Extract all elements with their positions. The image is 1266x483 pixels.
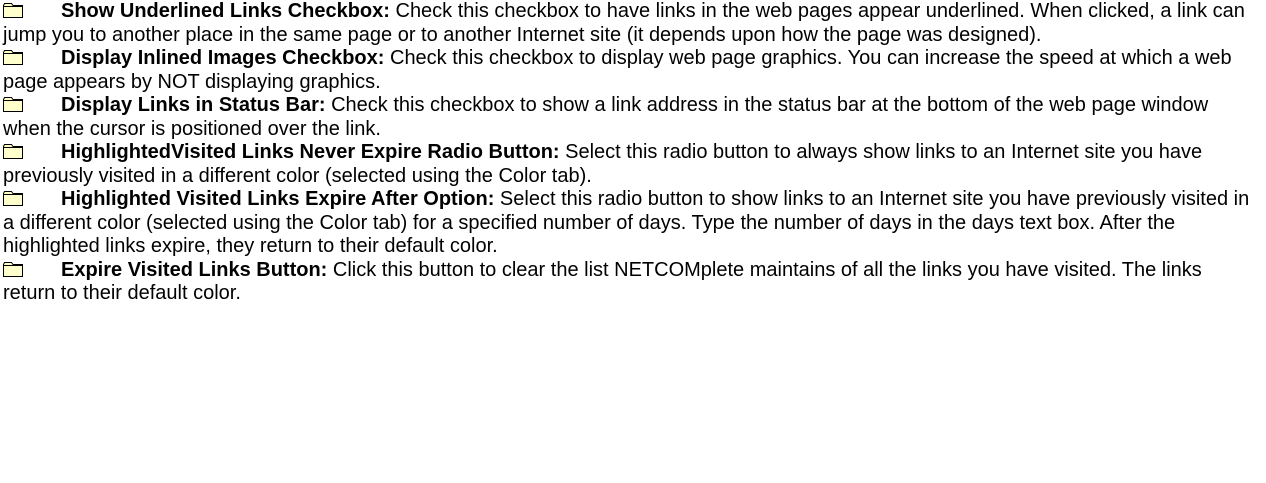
entry-display-inlined-images: Display Inlined Images Checkbox: Check t… <box>3 47 1253 94</box>
folder-icon <box>3 50 23 65</box>
entry-term: Show Underlined Links Checkbox: <box>61 0 390 22</box>
entry-never-expire: HighlightedVisited Links Never Expire Ra… <box>3 141 1253 188</box>
entry-term: Expire Visited Links Button: <box>61 258 328 281</box>
folder-icon <box>3 3 23 18</box>
entry-expire-visited-links-button: Expire Visited Links Button: Click this … <box>3 259 1253 306</box>
folder-icon <box>3 191 23 206</box>
folder-icon <box>3 144 23 159</box>
entry-term: Display Links in Status Bar: <box>61 94 326 116</box>
entry-term: Display Inlined Images Checkbox: <box>61 47 385 69</box>
entry-expire-after: Highlighted Visited Links Expire After O… <box>3 188 1253 259</box>
folder-icon <box>3 97 23 112</box>
folder-icon <box>3 261 23 277</box>
help-document: Show Underlined Links Checkbox: Check th… <box>3 0 1253 306</box>
entry-display-links-status-bar: Display Links in Status Bar: Check this … <box>3 94 1253 141</box>
entry-show-underlined-links: Show Underlined Links Checkbox: Check th… <box>3 0 1253 47</box>
entry-term: Highlighted Visited Links Expire After O… <box>61 188 495 210</box>
entry-term: HighlightedVisited Links Never Expire Ra… <box>61 141 560 163</box>
